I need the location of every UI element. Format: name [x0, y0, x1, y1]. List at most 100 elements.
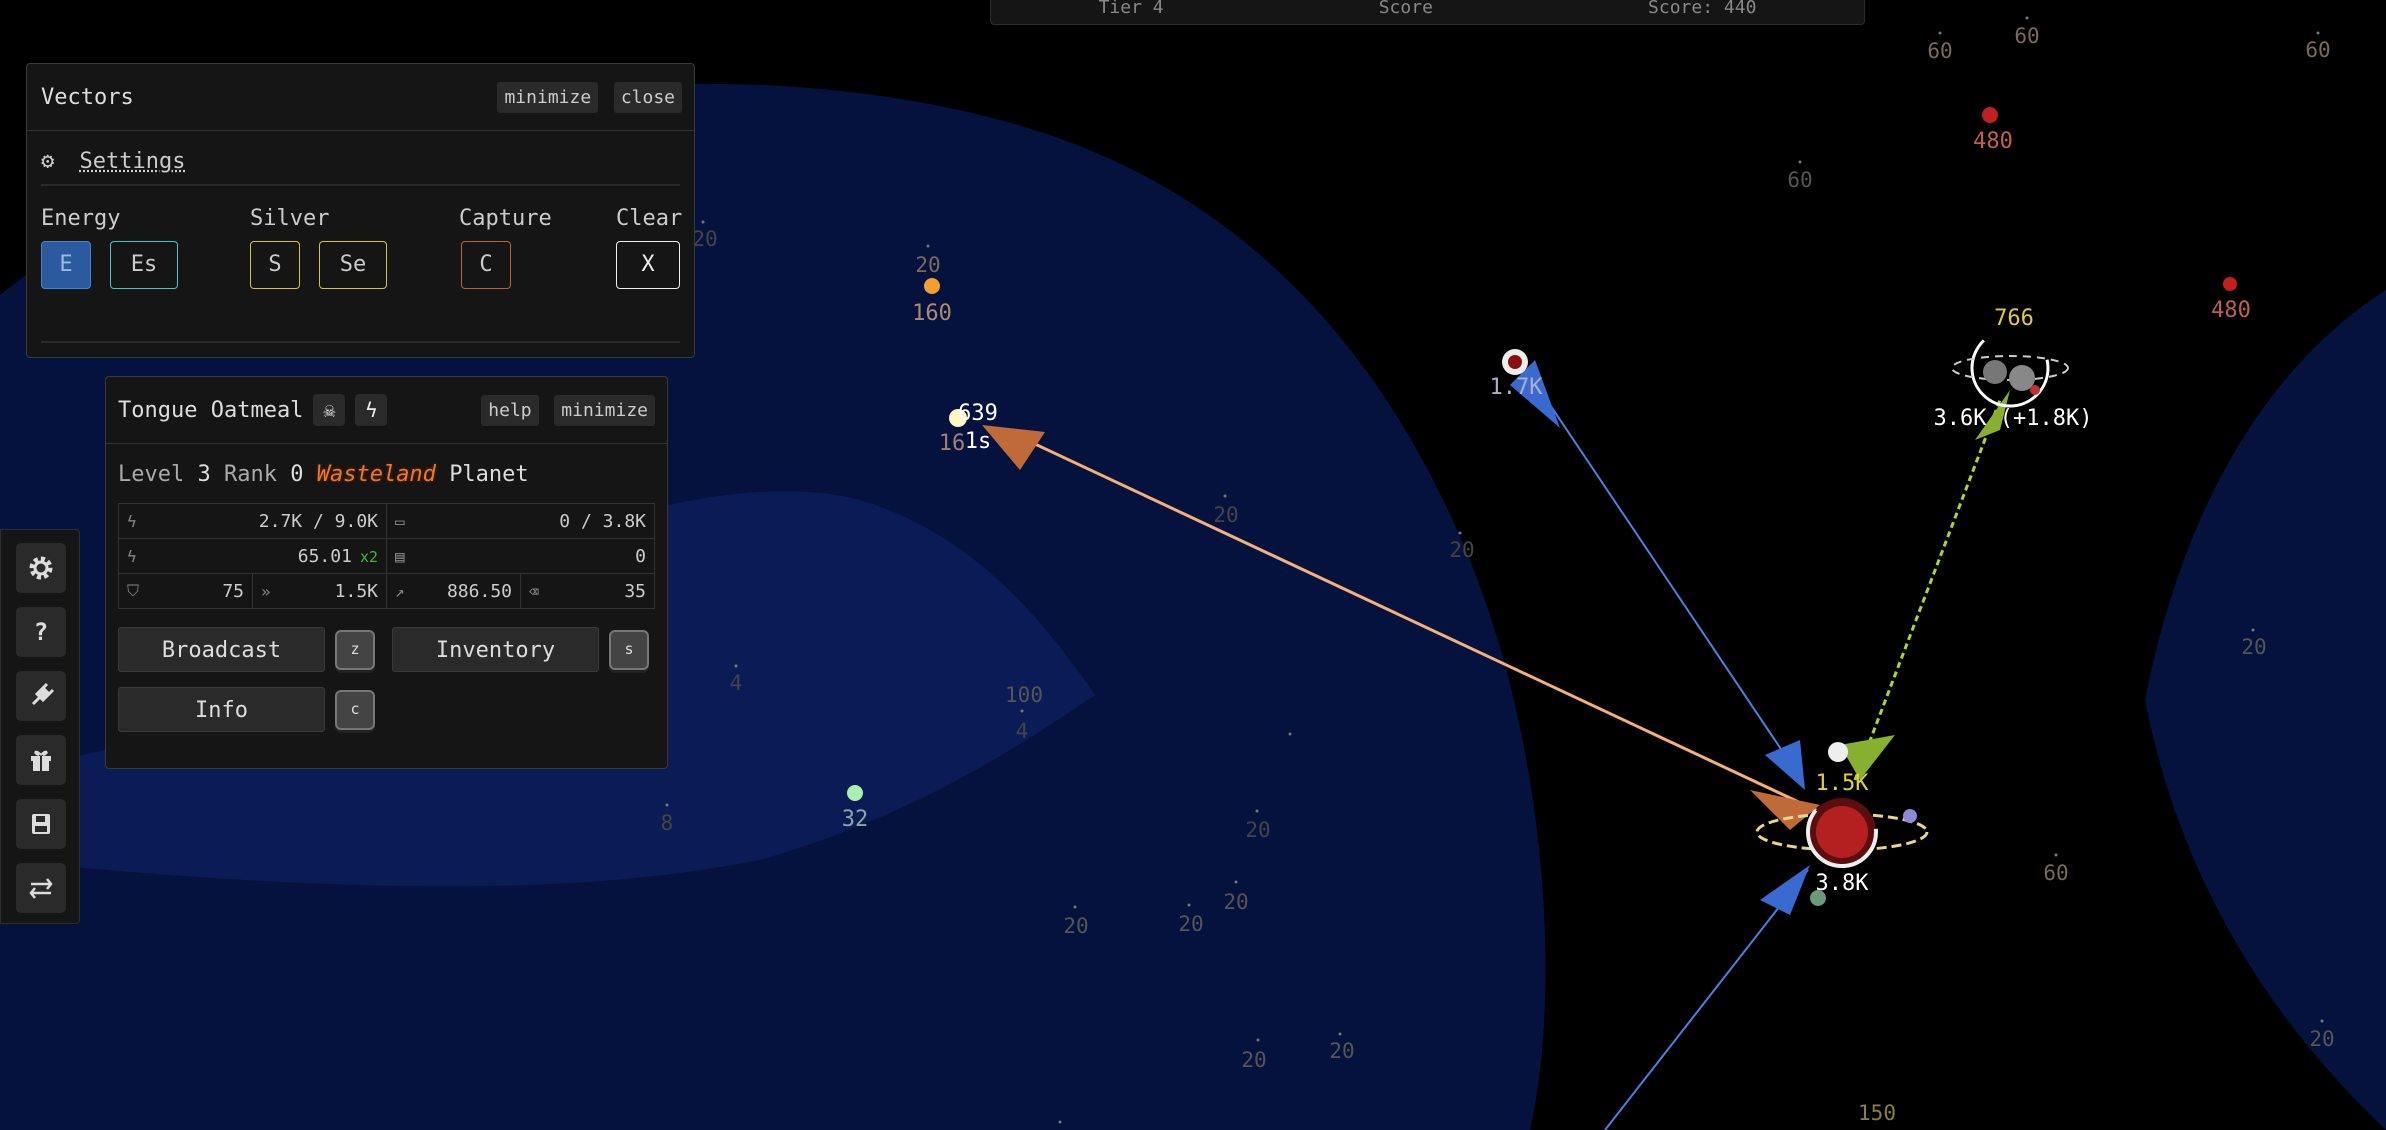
top-score-bar: Tier 4 Score Score: 440	[990, 0, 1865, 25]
level-label: 20	[1213, 503, 1238, 527]
speed-icon: »	[261, 581, 271, 601]
range-value: 886.50	[446, 580, 512, 602]
rank-label: Rank	[223, 462, 277, 487]
level-label: 20	[915, 253, 940, 277]
level-label: 100	[1005, 683, 1043, 707]
divider	[41, 341, 680, 343]
planet-label: 480	[2211, 298, 2251, 323]
vector-line-green	[1853, 399, 2002, 781]
clear-label: Clear	[616, 206, 683, 231]
planet-32[interactable]	[847, 785, 863, 801]
inventory-hotkey[interactable]: s	[609, 630, 649, 670]
vector-line-blue	[1529, 374, 1796, 771]
transfer-button[interactable]	[16, 863, 66, 913]
broadcast-button[interactable]: Broadcast	[118, 627, 325, 672]
help-toolbar-button[interactable]: ?	[16, 607, 66, 657]
level-label: 60	[1927, 39, 1952, 63]
help-icon: ?	[34, 618, 48, 646]
planet-summary: Level 3 Rank 0 Wasteland Planet	[106, 444, 667, 487]
level-label: 20	[1329, 1039, 1354, 1063]
vector-arrow-blue-3	[1765, 740, 1805, 790]
planet-480-a[interactable]	[1982, 107, 1998, 123]
info-button[interactable]: Info	[118, 687, 325, 732]
energy-growth-value: 65.01 x2	[297, 545, 378, 567]
help-button[interactable]: help	[481, 394, 539, 426]
level-label: 20	[1063, 914, 1088, 938]
energy-vector-button[interactable]: E	[41, 241, 91, 289]
save-button[interactable]	[16, 799, 66, 849]
timer-label: 1s	[965, 429, 992, 454]
clear-group: Clear X	[616, 206, 696, 289]
gift-icon	[31, 750, 51, 771]
transfer-icon	[29, 878, 53, 899]
skull-icon[interactable]: ☠	[313, 394, 346, 426]
vector-line-blue-2	[1604, 869, 1809, 1130]
planet-type: Planet	[449, 462, 529, 487]
silver-value: 0 / 3.8K	[559, 510, 646, 532]
vectors-pane-title: Vectors	[41, 84, 134, 110]
level-label: 20	[1178, 912, 1203, 936]
biome-label: Wasteland	[316, 462, 436, 487]
level-label: 60	[2043, 861, 2068, 885]
gift-button[interactable]	[16, 735, 66, 785]
info-hotkey[interactable]: c	[335, 690, 375, 730]
level-label: 150	[1858, 1101, 1896, 1125]
planet-160[interactable]	[924, 278, 940, 294]
level-value: 3	[197, 462, 211, 487]
level-label: 60	[2014, 24, 2039, 48]
level-label: 20	[1223, 890, 1248, 914]
close-button[interactable]: close	[613, 81, 682, 113]
minimize-button[interactable]: minimize	[554, 394, 655, 426]
plugins-button[interactable]	[16, 671, 66, 721]
gear-icon	[29, 556, 53, 580]
plugin-icon	[31, 682, 55, 706]
shield-icon: ⛉	[127, 581, 140, 600]
silver-growth-icon: ▤	[395, 546, 405, 566]
planet-label: 639	[958, 401, 998, 426]
level-label: 60	[1787, 168, 1812, 192]
silver-send-vector-button[interactable]: Se	[319, 241, 387, 289]
lightning-icon[interactable]: ϟ	[355, 394, 388, 426]
level-label: 20	[1245, 818, 1270, 842]
level-label: 20	[1241, 1048, 1266, 1072]
silver-label: Silver	[250, 206, 330, 231]
settings-link[interactable]: Settings	[80, 149, 186, 174]
energy-send-vector-button[interactable]: Es	[110, 241, 178, 289]
level-label: 20	[2309, 1027, 2334, 1051]
settings-button[interactable]	[16, 543, 66, 593]
rank-value: 0	[290, 462, 304, 487]
silver-vector-button[interactable]: S	[250, 241, 300, 289]
vectors-pane-header[interactable]: Vectors minimize close	[27, 64, 694, 131]
planet-1-7k[interactable]	[1502, 349, 1528, 375]
planet-label: 32	[842, 807, 869, 832]
clear-vectors-button[interactable]: X	[616, 241, 680, 289]
speed-value: 1.5K	[334, 580, 378, 602]
inventory-button[interactable]: Inventory	[392, 627, 599, 672]
planet-label: 1.7K	[1490, 375, 1544, 400]
score-heading: Score	[1378, 0, 1433, 18]
planet-label: 3.6K (+1.8K)	[1934, 406, 2093, 431]
level-label: 8	[661, 811, 674, 835]
defense-value: 75	[222, 580, 244, 602]
energy-group: Energy E Es	[41, 206, 194, 289]
energy-growth-icon: ϟ	[127, 546, 137, 566]
broadcast-hotkey[interactable]: z	[335, 630, 375, 670]
planet-label: 480	[1973, 129, 2013, 154]
energy-value: 2.7K / 9.0K	[258, 510, 378, 532]
capture-vector-button[interactable]: C	[461, 241, 511, 289]
planet-480-b[interactable]	[2223, 277, 2237, 291]
vector-arrow-blue-2	[1760, 865, 1810, 915]
planet-name: Tongue Oatmeal	[118, 397, 304, 423]
planet-label: 160	[912, 301, 952, 326]
minimize-button[interactable]: minimize	[497, 81, 599, 113]
level-label: 20	[692, 227, 717, 251]
capture-label: Capture	[459, 206, 552, 231]
svg-text:?: ?	[34, 618, 48, 646]
trash-icon: ⌫	[529, 581, 539, 601]
planet-766[interactable]	[1951, 328, 2069, 408]
junk-value: 35	[624, 580, 646, 602]
planet-pane-header[interactable]: Tongue Oatmeal ☠ ϟ help minimize	[106, 377, 667, 444]
space-region-right	[2145, 290, 2386, 1130]
level-label: 4	[1016, 719, 1029, 743]
timer-value: 16	[939, 431, 966, 456]
